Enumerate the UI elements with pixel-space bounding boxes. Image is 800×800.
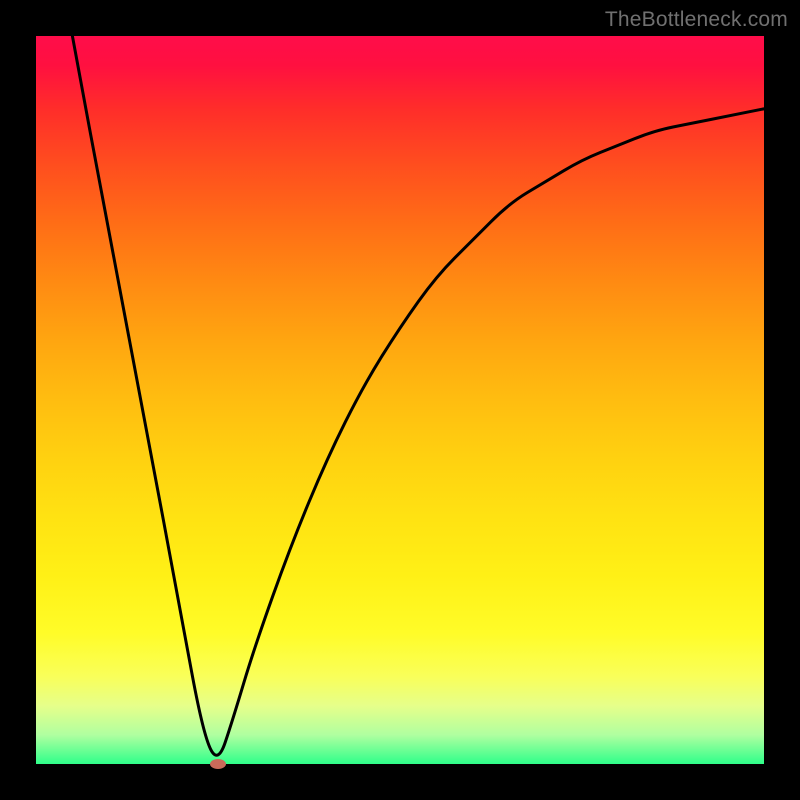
optimal-point-marker: [210, 759, 226, 769]
watermark-text: TheBottleneck.com: [605, 8, 788, 32]
bottleneck-curve: [36, 36, 764, 764]
chart-plot-area: [36, 36, 764, 764]
